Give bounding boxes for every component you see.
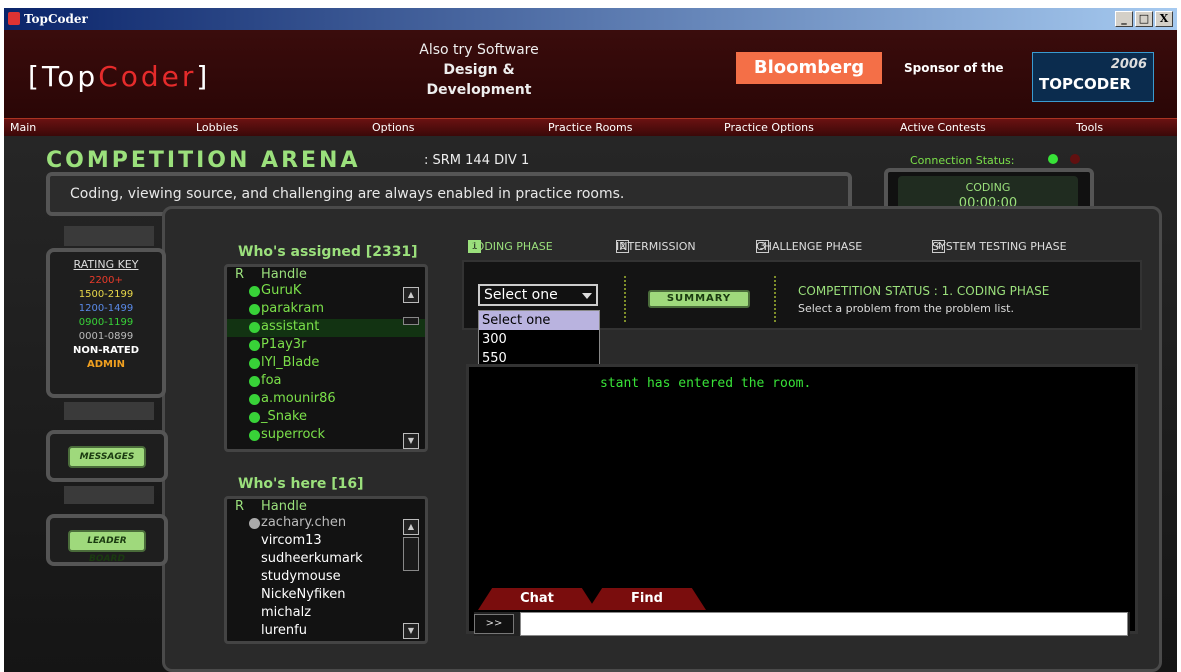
decorative-connector [64,486,154,504]
here-user-list[interactable]: R Handle zachary.chen vircom13 sudheerku… [224,496,428,644]
rating-level: 0001-0899 [78,331,134,342]
dropdown-option[interactable]: 300 [479,330,599,349]
scrollbar-thumb[interactable] [403,317,419,325]
scroll-up-icon[interactable]: ▲ [403,519,419,535]
summary-button[interactable]: SUMMARY [648,290,750,308]
rating-level: 1200-1499 [78,303,134,314]
list-item-selected[interactable]: assistant [227,319,425,337]
scrollbar-thumb[interactable] [403,537,419,571]
rating-column-header[interactable]: R [235,499,244,514]
messages-button[interactable]: MESSAGES [68,446,146,468]
chevron-down-icon [582,293,592,299]
competition-status: COMPETITION STATUS : 1. CODING PHASE [798,284,1050,298]
window-title: TopCoder [24,12,88,26]
arena-title: COMPETITION ARENA [46,148,361,173]
chat-message: stant has entered the room. [600,376,812,391]
title-bar: TopCoder _ □ X [4,8,1177,30]
list-item[interactable]: lYl_Blade [227,355,425,373]
list-item[interactable]: GuruK [227,283,425,301]
list-item[interactable]: NickeNyfiken [227,587,425,605]
rating-key-title: RATING KEY [73,258,139,271]
decorative-connector [64,226,154,246]
connection-status-label: Connection Status: [910,154,1015,167]
rating-column-header[interactable]: R [235,267,244,282]
here-header: Who's here [16] [238,476,364,492]
rating-level: NON-RATED [72,345,139,356]
connection-off-icon [1070,154,1080,164]
divider [624,276,626,322]
topcoder-logo: [TopCoder] [28,60,211,93]
competition-arena: COMPETITION ARENA : SRM 144 DIV 1 Connec… [4,136,1177,672]
minimize-button[interactable]: _ [1115,11,1133,27]
list-item[interactable]: studymouse [227,569,425,587]
tco-2006-logo[interactable]: 2006 TOPCODER [1032,52,1154,102]
menu-lobbies[interactable]: Lobbies [196,121,238,134]
menu-main[interactable]: Main [10,121,36,134]
rating-level: 0900-1199 [78,317,134,328]
messages-panel: MESSAGES [46,430,168,482]
list-header: R Handle [227,499,425,515]
rating-level: ADMIN [86,359,126,370]
maximize-button[interactable]: □ [1135,11,1153,27]
timer-label: CODING [965,181,1011,194]
menu-tools[interactable]: Tools [1076,121,1103,134]
rating-level: 2200+ [89,275,123,286]
list-item[interactable]: parakram [227,301,425,319]
list-item[interactable]: P1ay3r [227,337,425,355]
decorative-connector [64,402,154,420]
menu-bar: Main Lobbies Options Practice Rooms Prac… [4,118,1177,136]
sponsor-text: Sponsor of the [904,61,1004,75]
java-icon [8,12,20,25]
chat-input-row: >> [474,612,1130,636]
leaderboard-button[interactable]: LEADER BOARD [68,530,146,564]
scroll-down-icon[interactable]: ▼ [403,433,419,449]
menu-practice-options[interactable]: Practice Options [724,121,814,134]
sponsor-banner: [TopCoder] Also try Software Design & De… [4,30,1177,118]
list-item[interactable]: superrock [227,427,425,445]
menu-active-contests[interactable]: Active Contests [900,121,986,134]
rating-level: 1500-2199 [78,289,134,300]
list-item[interactable]: lurenfu [227,623,425,641]
tab-chat[interactable]: Chat [478,588,596,610]
assigned-user-list[interactable]: R Handle GuruK parakram assistant P1ay3r… [224,264,428,452]
problem-select[interactable]: Select one [478,284,598,306]
close-button[interactable]: X [1155,11,1173,27]
scroll-up-icon[interactable]: ▲ [403,287,419,303]
list-item[interactable]: sudheerkumark [227,551,425,569]
list-item[interactable]: michalz [227,605,425,623]
handle-column-header[interactable]: Handle [261,499,307,514]
connection-on-icon [1048,154,1058,164]
assigned-header: Who's assigned [2331] [238,244,418,260]
list-item[interactable]: a.mounir86 [227,391,425,409]
list-header: R Handle [227,267,425,283]
list-item[interactable]: _Snake [227,409,425,427]
software-promo-link[interactable]: Also try Software Design & Development [399,40,559,100]
status-help: Select a problem from the problem list. [798,302,1014,315]
bloomberg-logo[interactable]: Bloomberg [736,52,882,84]
scroll-down-icon[interactable]: ▼ [403,623,419,639]
room-name: : SRM 144 DIV 1 [424,153,530,168]
list-item[interactable]: foa [227,373,425,391]
menu-practice-rooms[interactable]: Practice Rooms [548,121,633,134]
menu-options[interactable]: Options [372,121,414,134]
handle-column-header[interactable]: Handle [261,267,307,282]
application-window: TopCoder _ □ X [TopCoder] Also try Softw… [4,8,1177,672]
list-item[interactable]: vircom13 [227,533,425,551]
leaderboard-panel: LEADER BOARD [46,514,168,566]
rating-key: RATING KEY 2200+ 1500-2199 1200-1499 090… [46,248,166,398]
chat-input[interactable] [520,612,1128,636]
send-button[interactable]: >> [474,614,514,634]
list-item[interactable]: zachary.chen [227,515,425,533]
divider [774,276,776,322]
tab-find[interactable]: Find [588,588,706,610]
dropdown-option[interactable]: Select one [479,311,599,330]
